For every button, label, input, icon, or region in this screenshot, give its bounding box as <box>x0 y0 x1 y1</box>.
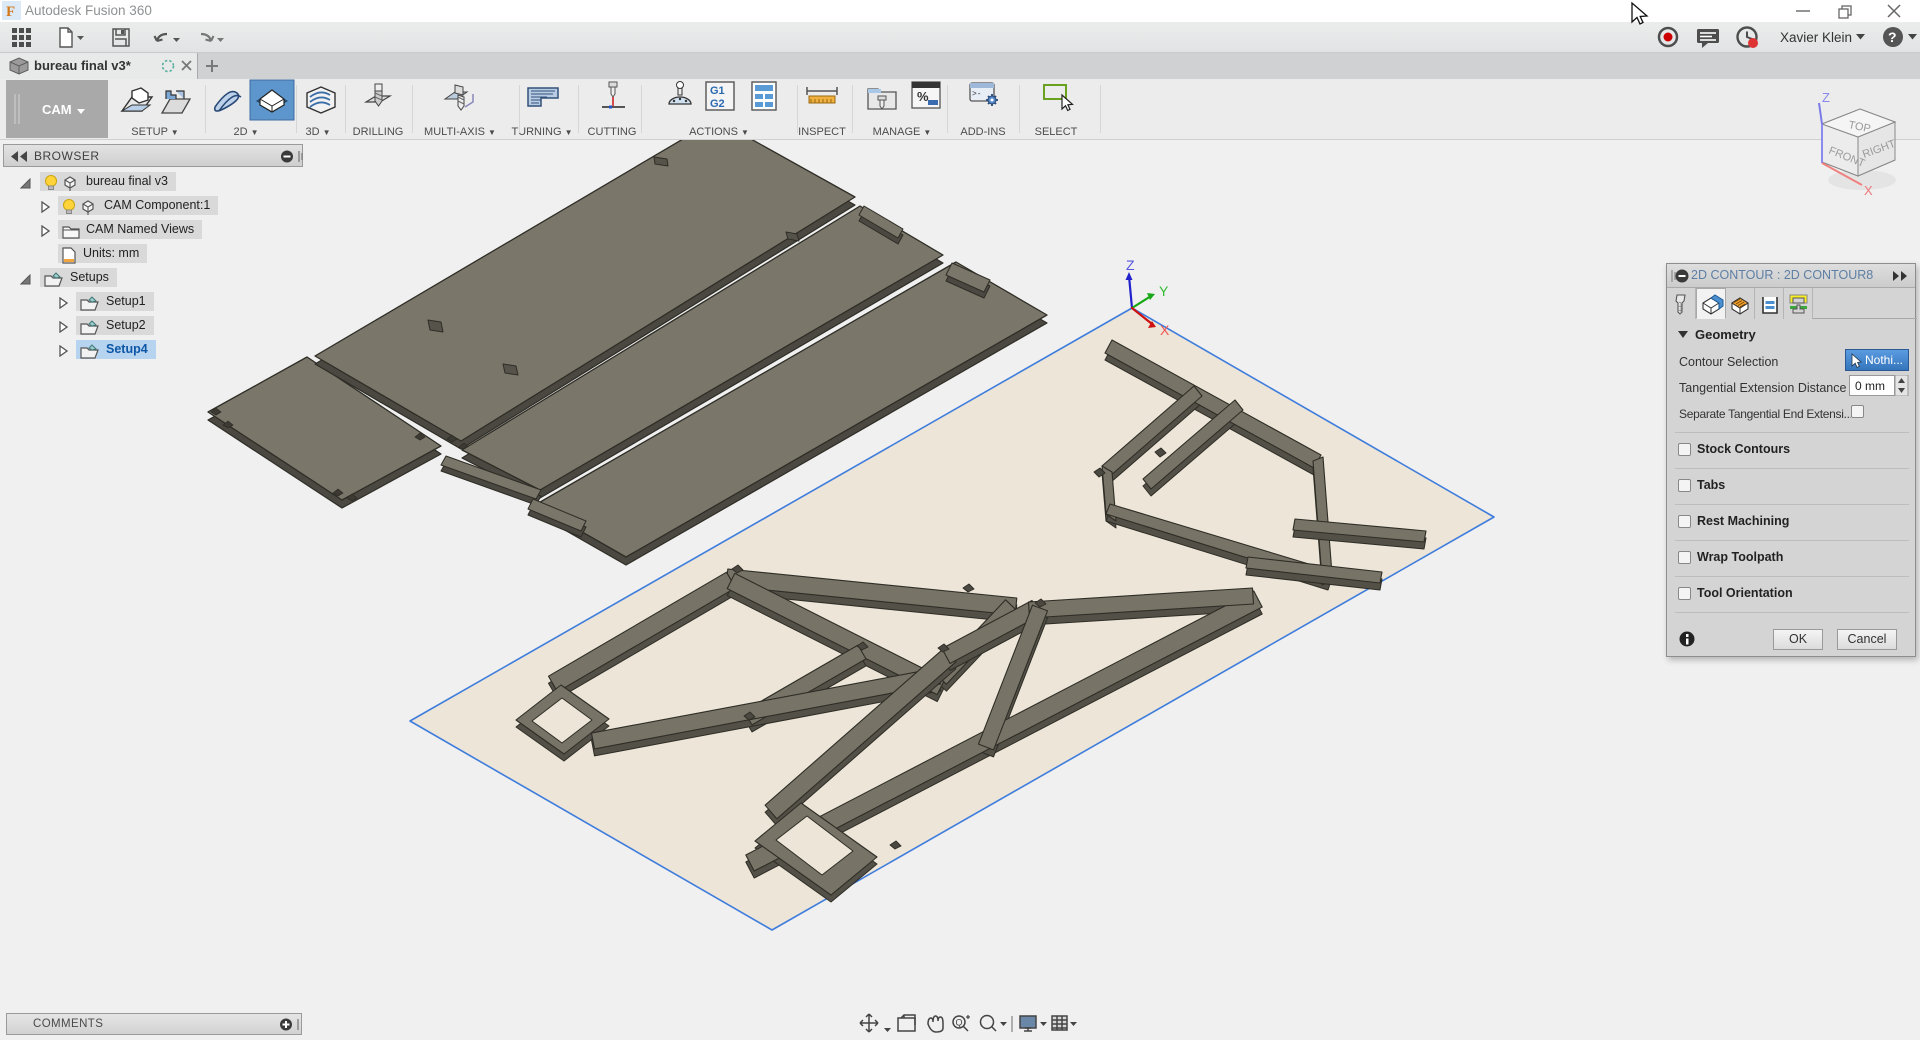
svg-text:Y: Y <box>1159 283 1169 299</box>
svg-text:Z: Z <box>1126 257 1135 273</box>
svg-text:X: X <box>1160 322 1170 338</box>
svg-text:Xavier Klein: Xavier Klein <box>1780 30 1852 45</box>
svg-text:G1: G1 <box>710 85 725 97</box>
svg-text:Z: Z <box>1822 90 1830 105</box>
svg-text:>-: >- <box>972 90 982 99</box>
svg-text:%: % <box>917 89 929 104</box>
svg-text:?: ? <box>1888 29 1897 45</box>
svg-text:X: X <box>1864 183 1873 198</box>
svg-text:F: F <box>6 4 15 20</box>
svg-text:Q: Q <box>956 1018 963 1028</box>
svg-text:G2: G2 <box>710 98 725 110</box>
